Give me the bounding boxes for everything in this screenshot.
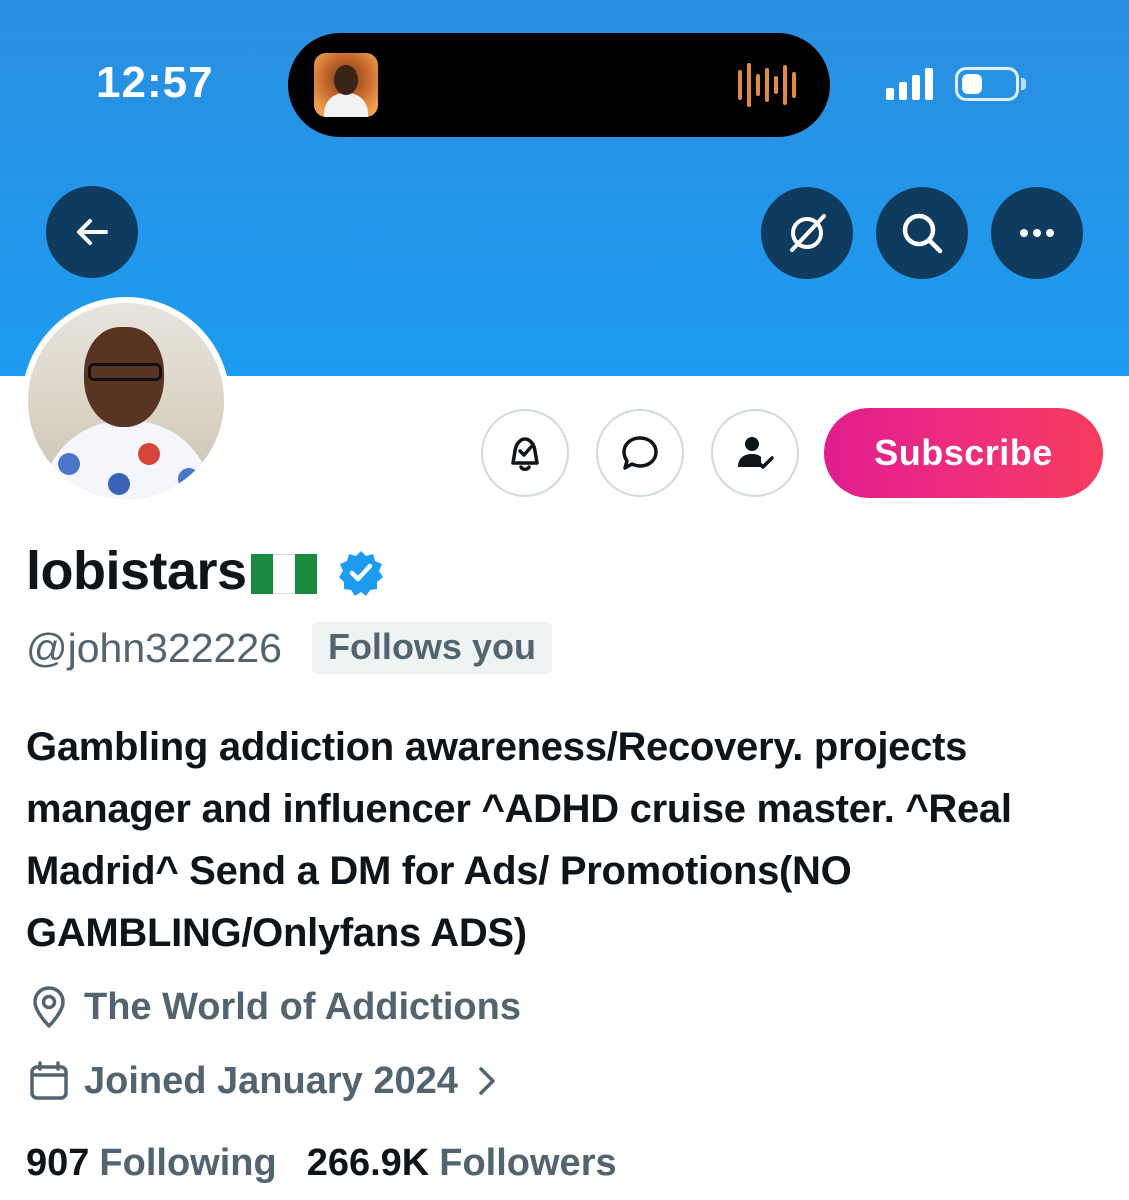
battery-tip [1021,78,1026,90]
following-count: 907 [26,1142,90,1184]
arrow-left-icon [77,219,108,245]
message-button[interactable] [596,409,684,497]
cellular-signal-icon [886,68,933,100]
follows-you-badge: Follows you [311,622,552,674]
following-label: Following [99,1142,277,1184]
username-handle: @john322226 [26,624,282,671]
location-pin-icon [33,986,65,1028]
search-icon [902,213,943,254]
more-icon [1020,229,1054,237]
grok-icon [790,214,826,252]
chevron-right-icon [479,1067,495,1095]
follow-stats: 907 Following 266.9K Followers [26,1142,617,1185]
profile-avatar[interactable] [22,297,230,505]
following-link[interactable]: 907 Following [26,1142,277,1185]
joined-text: Joined January 2024 [84,1059,458,1102]
joined-row[interactable]: Joined January 2024 [26,1058,498,1104]
following-button[interactable] [711,409,799,497]
user-following-icon [738,437,774,469]
profile-bio: Gambling addiction awareness/Recovery. p… [26,725,1012,955]
name-row: lobistars [26,540,385,602]
location-text: The World of Addictions [84,985,521,1028]
message-icon [622,436,658,470]
status-time: 12:57 [96,58,214,107]
bell-check-icon [511,437,539,471]
audio-waveform-icon [738,59,798,111]
location-row: The World of Addictions [26,984,521,1030]
followers-count: 266.9K [306,1142,430,1184]
more-button[interactable] [991,187,1083,279]
now-playing-avatar [314,53,378,117]
back-button[interactable] [46,186,138,278]
dynamic-island[interactable] [288,33,830,137]
grok-button[interactable] [761,187,853,279]
handle-row: @john322226 Follows you [26,622,552,674]
verified-badge-icon[interactable] [337,549,385,597]
calendar-icon [30,1061,68,1100]
followers-label: Followers [439,1142,617,1184]
search-button[interactable] [876,187,968,279]
display-name: lobistars [26,541,247,601]
nigeria-flag-icon [250,554,317,594]
notifications-button[interactable] [481,409,569,497]
subscribe-button[interactable]: Subscribe [824,408,1103,498]
battery-icon [955,67,1019,101]
followers-link[interactable]: 266.9K Followers [307,1142,617,1185]
